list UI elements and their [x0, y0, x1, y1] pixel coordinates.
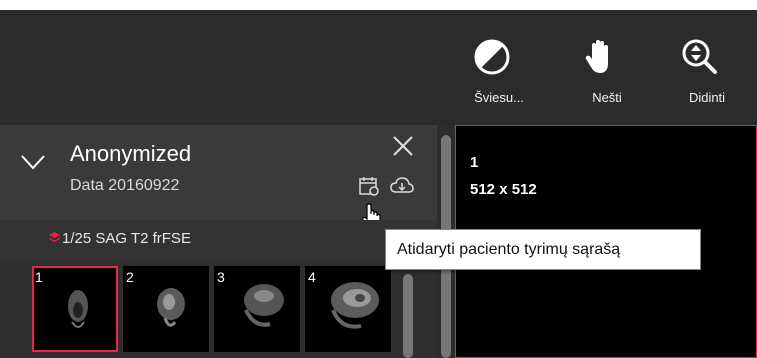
calendar-history-icon[interactable]: [358, 175, 380, 197]
series-thumbnail[interactable]: 4: [305, 266, 391, 352]
cloud-download-icon[interactable]: [390, 175, 414, 197]
series-label: 1/25 SAG T2 frFSE: [62, 230, 191, 247]
tool-zoom-label: Didinti: [688, 90, 726, 105]
toolbar: Šviesu... Nešti Didinti: [0, 10, 757, 125]
viewer-app: Šviesu... Nešti Didinti Anonymized Data …: [0, 10, 757, 358]
tool-brightness[interactable]: Šviesu...: [472, 32, 542, 112]
series-thumbnail[interactable]: 1: [32, 266, 118, 352]
zoom-icon: [682, 39, 717, 74]
layers-icon: [49, 232, 60, 242]
mri-thumbnail-image: [331, 282, 379, 329]
series-row[interactable]: 1/25 SAG T2 frFSE: [0, 220, 437, 260]
series-thumbnail[interactable]: 2: [123, 266, 209, 352]
study-panel: Anonymized Data 20160922 1/25 SAG T2 frF…: [0, 125, 437, 358]
tool-pan-label: Nešti: [592, 90, 622, 105]
thumbnail-number: 2: [126, 269, 134, 285]
close-icon[interactable]: [388, 131, 418, 161]
thumbnail-number: 3: [217, 269, 225, 285]
tooltip-text: Atidaryti paciento tyrimų sąrašą: [397, 241, 621, 258]
thumbnail-scrollbar[interactable]: [403, 274, 413, 358]
study-date: Data 20160922: [70, 177, 180, 194]
study-header: Anonymized Data 20160922: [0, 125, 437, 231]
tool-zoom[interactable]: Didinti: [680, 32, 750, 112]
tool-brightness-label: Šviesu...: [474, 90, 524, 105]
viewport-dimensions: 512 x 512: [470, 181, 537, 198]
patient-name: Anonymized: [70, 141, 192, 166]
hand-icon: [585, 40, 608, 73]
contrast-icon: [474, 39, 510, 75]
chevron-down-icon[interactable]: [20, 149, 46, 175]
tool-pan[interactable]: Nešti: [580, 32, 650, 112]
mri-thumbnail-image: [68, 290, 88, 328]
thumbnail-number: 4: [308, 269, 316, 285]
tooltip: Atidaryti paciento tyrimų sąrašą: [385, 229, 701, 270]
thumbnail-strip: 1 2 3 4: [0, 260, 437, 358]
viewport-image-number: 1: [470, 154, 479, 171]
mri-thumbnail-image: [157, 288, 185, 327]
thumbnail-number: 1: [35, 269, 43, 285]
series-thumbnail[interactable]: 3: [214, 266, 300, 352]
mri-thumbnail-image: [244, 284, 284, 327]
